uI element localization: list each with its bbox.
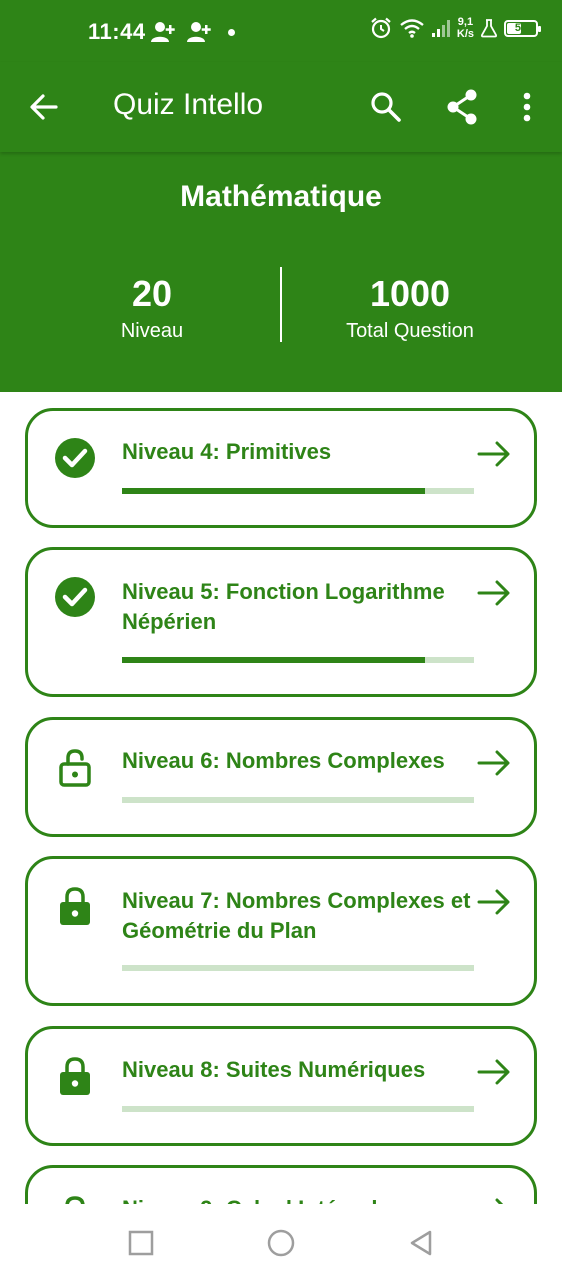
- lock-icon: [65, 1196, 85, 1204]
- questions-stat: 1000 Total Question: [290, 272, 530, 343]
- notification-dot-icon: [228, 28, 235, 36]
- share-icon[interactable]: [444, 87, 480, 127]
- arrow-forward-icon[interactable]: [476, 578, 512, 608]
- system-nav-bar: [0, 1204, 562, 1280]
- flask-icon: [480, 19, 498, 38]
- level-title: Niveau 6: Nombres Complexes: [122, 748, 445, 773]
- level-progress-bar: [122, 965, 474, 971]
- lock-icon: [60, 1057, 90, 1095]
- level-progress-bar: [122, 797, 474, 803]
- status-time: 11:44: [88, 19, 146, 44]
- arrow-forward-icon[interactable]: [476, 887, 512, 917]
- level-progress-fill: [122, 488, 425, 494]
- app-title: Quiz Intello: [113, 88, 264, 121]
- level-title: Niveau 4: Primitives: [122, 439, 332, 464]
- arrow-forward-icon[interactable]: [476, 1057, 512, 1087]
- arrow-forward-icon[interactable]: [476, 1196, 512, 1204]
- status-bar: 11:44 9,1 K/s 50: [0, 0, 562, 62]
- search-icon[interactable]: [368, 89, 404, 125]
- levels-count: 20: [131, 273, 173, 314]
- level-title: Niveau 7: Nombres Complexes et Géométrie…: [122, 888, 471, 943]
- level-title: Niveau 9: Calcul Intégral: [122, 1194, 482, 1204]
- questions-label: Total Question: [346, 320, 474, 342]
- recent-apps-icon[interactable]: [126, 1228, 156, 1258]
- levels-stat: 20 Niveau: [32, 272, 272, 343]
- person-add-icon: [187, 22, 211, 42]
- levels-list[interactable]: Niveau 4: Primitives Niveau 5: Fonction …: [0, 392, 562, 1204]
- wifi-icon: [400, 19, 424, 38]
- level-progress-fill: [122, 657, 425, 663]
- network-speed: 9,1 K/s: [456, 16, 474, 40]
- app-toolbar: Quiz Intello: [0, 62, 562, 152]
- alarm-icon: [371, 17, 391, 39]
- battery-level: 50: [514, 22, 528, 34]
- home-icon[interactable]: [266, 1228, 296, 1258]
- level-card[interactable]: Niveau 4: Primitives: [25, 408, 537, 528]
- lock-open-icon: [59, 749, 91, 787]
- levels-label: Niveau: [120, 320, 184, 342]
- level-progress-bar: [122, 1106, 474, 1112]
- level-card[interactable]: Niveau 6: Nombres Complexes: [25, 717, 537, 837]
- level-progress-bar: [122, 657, 474, 663]
- level-progress-bar: [122, 488, 474, 494]
- check-circle-icon: [55, 438, 95, 478]
- back-icon[interactable]: [406, 1228, 436, 1258]
- stat-divider: [280, 267, 282, 342]
- arrow-forward-icon[interactable]: [476, 439, 512, 469]
- level-card[interactable]: Niveau 9: Calcul Intégral: [25, 1165, 537, 1204]
- person-add-icon: [151, 22, 175, 42]
- subject-header: Mathématique 20 Niveau 1000 Total Questi…: [0, 152, 562, 392]
- level-card[interactable]: Niveau 5: Fonction Logarithme Népérien: [25, 547, 537, 697]
- level-card[interactable]: Niveau 8: Suites Numériques: [25, 1026, 537, 1146]
- signal-icon: [431, 20, 450, 37]
- battery-icon: 50: [504, 19, 541, 37]
- level-title: Niveau 8: Suites Numériques: [122, 1057, 426, 1082]
- level-card[interactable]: Niveau 7: Nombres Complexes et Géométrie…: [25, 856, 537, 1006]
- level-title: Niveau 5: Fonction Logarithme Népérien: [122, 579, 445, 634]
- lock-icon: [60, 887, 90, 925]
- questions-count: 1000: [369, 273, 451, 314]
- arrow-forward-icon[interactable]: [476, 748, 512, 778]
- subject-title: Mathématique: [180, 180, 382, 213]
- back-arrow-icon[interactable]: [26, 89, 62, 125]
- more-vert-icon[interactable]: [512, 89, 542, 125]
- check-circle-icon: [55, 577, 95, 617]
